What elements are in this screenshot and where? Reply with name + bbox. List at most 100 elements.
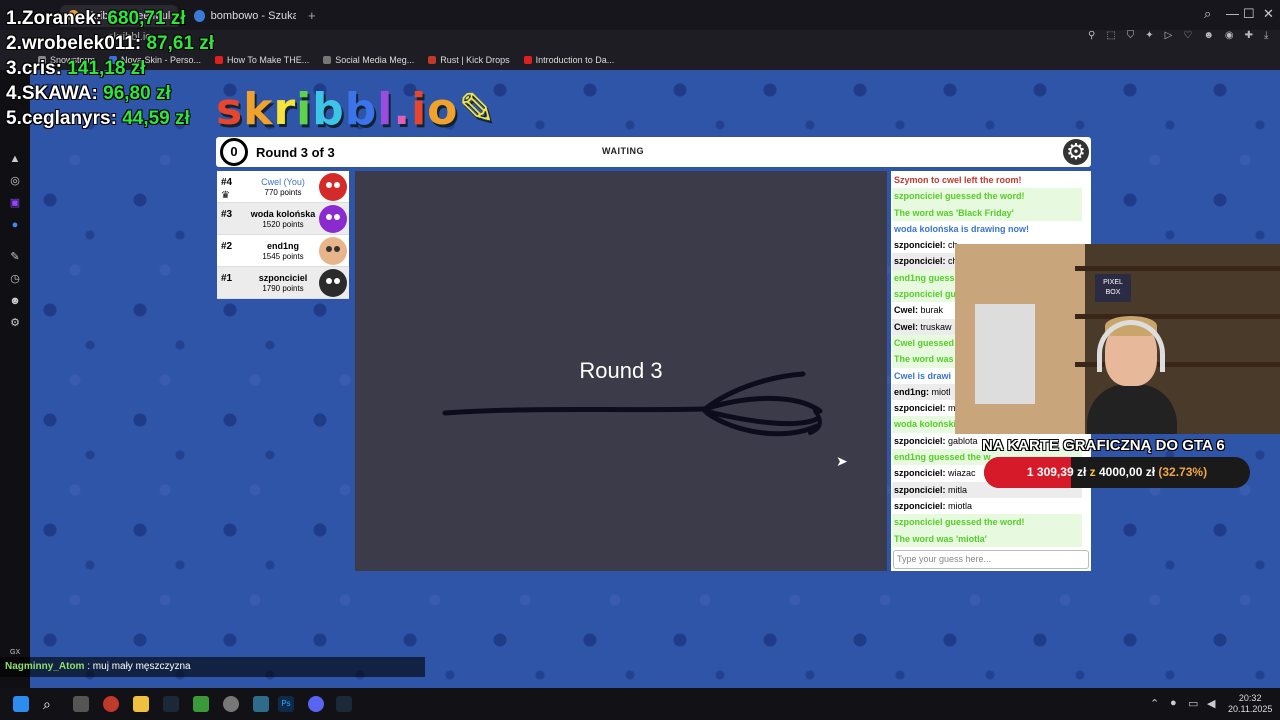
download-icon[interactable]: ⤓ [1264,30,1268,41]
search-icon[interactable]: ⌕ [43,696,59,712]
messenger-icon[interactable]: ● [9,219,21,231]
network-icon[interactable]: ▭ [1188,697,1198,710]
clock-date: 20.11.2025 [1228,704,1273,714]
gx-corner-icon[interactable]: ▲ [9,153,21,165]
app-icon[interactable] [253,696,269,712]
microphone-icon[interactable]: ● [1170,697,1177,709]
round-announcement: Round 3 [579,358,663,383]
game-header: 0 Round 3 of 3 WAITING ⚙ [216,137,1091,167]
app-icon[interactable] [223,696,239,712]
donation-goal-title: NA KARTE GRAFICZNĄ DO GTA 6 [982,437,1225,454]
chat-message: szponciciel guessed the word! [892,514,1082,531]
player-rank: #2 [221,241,233,252]
leaderboard-amount: 680,71 zł [107,8,186,29]
player-row[interactable]: #2 end1ng 1545 points [217,235,349,267]
maximize-button[interactable]: ☐ [1243,6,1255,22]
game-status: WAITING [602,146,644,156]
task-view-icon[interactable] [73,696,89,712]
new-tab-button[interactable]: + [308,8,316,23]
player-row[interactable]: #4 ♛ Cwel (You) 770 points [217,171,349,203]
player-name: szponciciel [258,273,308,283]
player-points: 770 points [264,188,302,197]
photoshop-icon[interactable]: Ps [278,696,294,712]
rust-icon [428,56,437,64]
twitch-icon[interactable]: ▣ [9,197,21,209]
windows-start-icon[interactable] [13,696,29,712]
discord-icon[interactable] [308,696,324,712]
chat-message: The word was 'miotla' [892,530,1082,547]
stream-chat-overlay: Nagminny_Atom : muj mały męszczyzna [0,657,425,677]
webcam-overlay: PIXEL BOX [955,244,1280,434]
chat-author: szponciciel: [894,468,946,479]
guess-input[interactable]: Type your guess here... [893,550,1089,569]
clock-icon[interactable]: ◷ [9,273,21,285]
chat-author: szponciciel: [894,435,946,446]
leaderboard-amount: 87,61 zł [146,33,215,54]
minimize-button[interactable]: — [1226,6,1239,21]
chat-text: miotla [948,500,973,511]
mouse-cursor-icon: ➤ [836,453,848,469]
leaderboard-name: cris: [21,58,62,79]
opera-gx-icon[interactable] [103,696,119,712]
bookmark-item[interactable]: Introduction to Da... [523,55,614,65]
drawing-canvas[interactable]: Round 3 ➤ [355,171,887,571]
bookmark-label: How To Make THE... [227,55,310,65]
cat-icon[interactable]: ☻ [1203,30,1214,41]
clock-time: 20:32 [1238,693,1262,703]
bookmark-item[interactable]: Social Media Meg... [323,55,414,65]
player-points: 1520 points [262,220,304,229]
heart-icon[interactable]: ♡ [1183,30,1192,41]
bookmark-item[interactable]: Rust | Kick Drops [428,55,510,65]
player-list: #4 ♛ Cwel (You) 770 points #3 woda koloń… [217,171,349,299]
play-icon[interactable]: ▷ [1165,30,1173,41]
bookmark-label: Social Media Meg... [335,55,415,65]
xbox-icon[interactable] [193,696,209,712]
round-indicator: Round 3 of 3 [256,145,335,160]
leaderboard-name: Zoranek: [21,8,103,29]
tray-expand-icon[interactable]: ⌃ [1150,697,1159,710]
leaderboard-row: 4.SKAWA: 96,80 zł [6,83,214,108]
steam-icon[interactable] [163,696,179,712]
puzzle-icon[interactable]: ✚ [1245,30,1253,41]
screenshot-icon[interactable]: ⬚ [1106,30,1115,41]
windows-taskbar: ⌕ Ps ⌃ ● ▭ ◀ 20:32 20.11.2025 [0,688,1280,720]
bookmark-icon [323,56,332,64]
chat-message: Szymon to cwel left the room! [894,175,1022,185]
webcam-cabinet [975,304,1035,404]
webcam-sign: PIXEL BOX [1095,274,1131,302]
file-explorer-icon[interactable] [133,696,149,712]
player-row[interactable]: #3 woda kolońska 1520 points [217,203,349,235]
chat-text: burak [920,305,944,316]
donation-goal-text: 1 309,39 zł z 4000,00 zł (32.73%) [984,465,1250,479]
leaderboard-name: SKAWA: [21,83,98,104]
shield-icon[interactable]: ⛉ [1127,30,1135,41]
settings-icon[interactable]: ⚙ [9,317,21,329]
globe-icon[interactable]: ◎ [9,175,21,187]
chat-text: truskaw [920,321,952,332]
pin-icon[interactable]: ⚲ [1088,30,1095,41]
goal-percent: (32.73%) [1158,465,1208,479]
stream-chat-user: Nagminny_Atom [5,661,85,672]
search-icon[interactable]: ⌕ [1204,6,1211,22]
steam-icon[interactable] [336,696,352,712]
tab-label: bombowo - Szukaj w Goo [210,10,296,22]
settings-gear-icon[interactable]: ⚙ [1063,139,1089,165]
taskbar-clock[interactable]: 20:32 20.11.2025 [1228,693,1272,715]
cat-icon[interactable]: ☻ [9,295,21,307]
toolbar-icons: ⚲ ⬚ ⛉ ✦ ▷ ♡ ☻ ◉ ✚ ⤓ ▥ [1088,30,1280,41]
extension-icon[interactable]: ✦ [1145,30,1153,41]
player-rank: #4 [221,177,233,188]
screen: skribbl - Free Multiplayer bombowo - Szu… [0,0,1280,720]
bookmark-item[interactable]: How To Make THE... [215,55,309,65]
volume-icon[interactable]: ◀ [1207,697,1215,710]
leaderboard-rank: 3. [6,58,22,79]
camera-icon[interactable]: ◉ [1225,30,1234,41]
brush-icon[interactable]: ✎ [9,251,21,263]
crown-icon: ♛ [221,190,230,201]
close-button[interactable]: ✕ [1263,6,1274,22]
avatar [319,205,347,233]
player-row[interactable]: #1 szponciciel 1790 points [217,267,349,299]
player-rank: #1 [221,273,233,284]
player-points: 1790 points [262,284,304,293]
goal-target: 4000,00 zł [1098,465,1156,479]
